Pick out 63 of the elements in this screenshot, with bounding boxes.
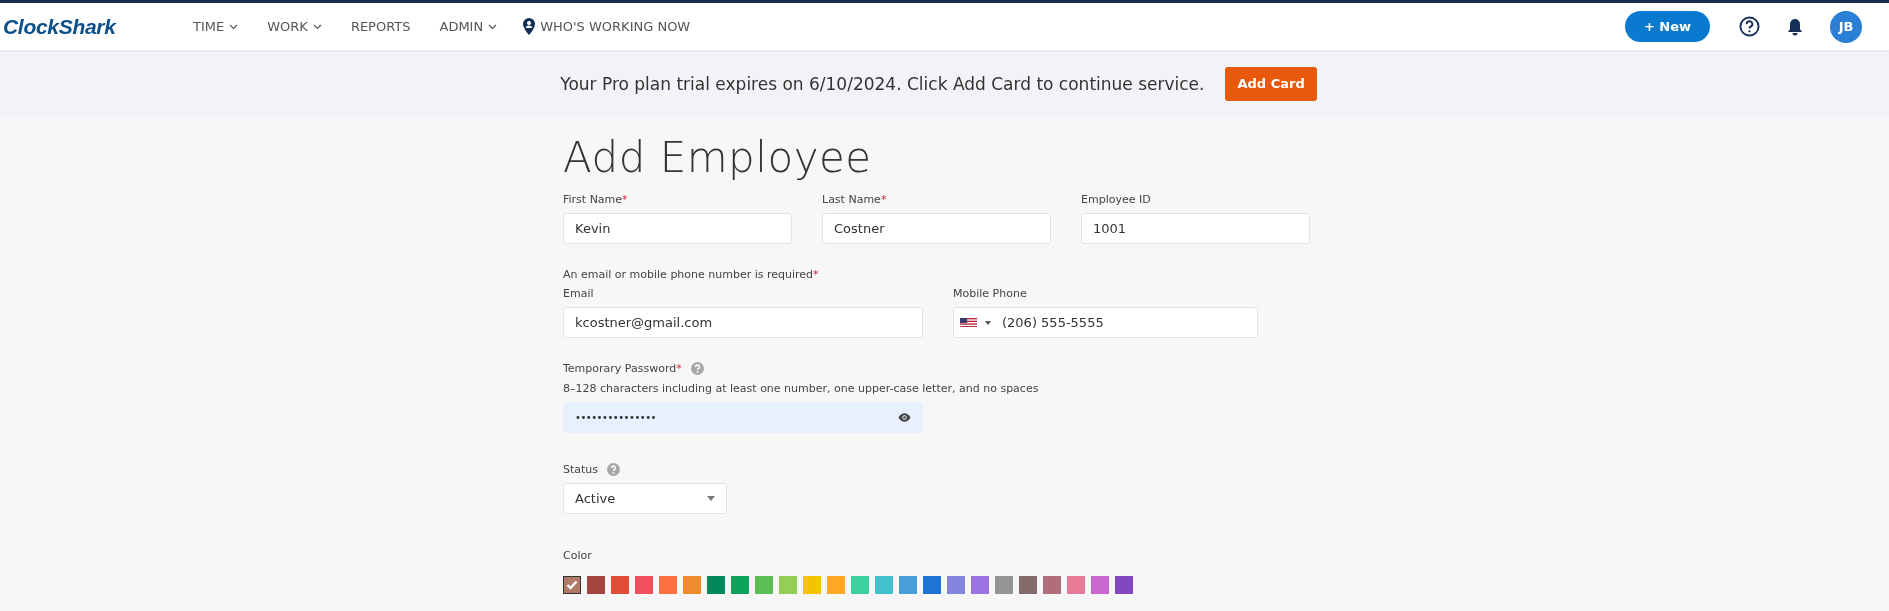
input-field[interactable]: Costner bbox=[822, 213, 1051, 245]
nav-menu-item[interactable]: WORK bbox=[267, 19, 322, 34]
help-icon[interactable] bbox=[1739, 16, 1760, 37]
field-label: Mobile Phone bbox=[953, 287, 1027, 301]
color-swatch[interactable] bbox=[971, 576, 989, 595]
input-field[interactable]: kcostner@gmail.com bbox=[563, 307, 923, 339]
color-swatch[interactable] bbox=[731, 576, 749, 595]
color-swatch[interactable] bbox=[1091, 576, 1109, 595]
color-swatch[interactable] bbox=[875, 576, 893, 595]
field-label: Status bbox=[563, 463, 599, 477]
chevron-down-icon bbox=[312, 23, 322, 30]
field-label: Last Name* bbox=[822, 193, 887, 207]
color-label: Color bbox=[563, 549, 592, 563]
page-title: Add Employee bbox=[563, 135, 873, 182]
color-swatch[interactable] bbox=[1043, 576, 1061, 595]
color-swatch[interactable] bbox=[755, 576, 773, 595]
nav-menu-item[interactable]: REPORTS bbox=[350, 19, 411, 34]
color-swatch[interactable] bbox=[779, 576, 797, 595]
input-field[interactable]: Kevin bbox=[563, 213, 792, 245]
password-field[interactable]: ••••••••••••••• bbox=[563, 402, 923, 434]
caret-icon bbox=[985, 320, 991, 325]
checkmark-icon bbox=[566, 580, 578, 591]
chevron-down-icon bbox=[229, 23, 239, 30]
color-swatch[interactable] bbox=[827, 576, 845, 595]
trial-expiry-message: Your Pro plan trial expires on 6/10/2024. Click Add Card to continue service. bbox=[560, 73, 1205, 94]
nav-menu-item[interactable]: WHO'S WORKING NOW bbox=[523, 18, 691, 35]
color-swatch[interactable] bbox=[611, 576, 629, 595]
password-hint: 8–128 characters including at least one number, one upper-case letter, and no spaces bbox=[563, 382, 1039, 396]
nav-menu-item[interactable]: ADMIN bbox=[439, 19, 498, 34]
required-contact-note: An email or mobile phone number is required* bbox=[563, 268, 819, 282]
color-swatch[interactable] bbox=[947, 576, 965, 595]
color-swatch[interactable] bbox=[1115, 576, 1133, 595]
field-label: First Name* bbox=[563, 193, 628, 207]
color-swatch[interactable] bbox=[683, 576, 701, 595]
color-swatch[interactable] bbox=[587, 576, 605, 595]
color-swatch[interactable] bbox=[995, 576, 1013, 595]
phone-input-field[interactable]: (206) 555-5555 bbox=[953, 307, 1258, 339]
color-swatch[interactable] bbox=[923, 576, 941, 595]
field-label: Temporary Password* bbox=[563, 362, 682, 376]
add-card-button[interactable]: Add Card bbox=[1225, 66, 1317, 101]
status-dropdown[interactable]: Active bbox=[563, 483, 727, 515]
us-flag-icon[interactable] bbox=[960, 317, 977, 329]
field-label: Employee ID bbox=[1081, 193, 1151, 207]
clockshark-logo[interactable]: ClockShark bbox=[3, 14, 193, 39]
color-swatch[interactable] bbox=[563, 576, 581, 595]
nav-menu-item[interactable]: TIME bbox=[193, 19, 239, 34]
color-swatch[interactable] bbox=[635, 576, 653, 595]
color-swatch[interactable] bbox=[803, 576, 821, 595]
caret-icon bbox=[707, 496, 715, 502]
eye-icon[interactable] bbox=[898, 413, 911, 423]
color-swatch[interactable] bbox=[851, 576, 869, 595]
input-field[interactable]: 1001 bbox=[1081, 213, 1310, 245]
chevron-down-icon bbox=[488, 23, 498, 30]
color-swatch[interactable] bbox=[1067, 576, 1085, 595]
location-pin-icon bbox=[523, 18, 536, 35]
user-avatar[interactable]: JB bbox=[1830, 10, 1862, 43]
field-label: Email bbox=[563, 287, 594, 301]
color-swatch[interactable] bbox=[899, 576, 917, 595]
color-swatch[interactable] bbox=[1019, 576, 1037, 595]
new-button[interactable]: + New bbox=[1624, 11, 1710, 42]
color-swatch[interactable] bbox=[659, 576, 677, 595]
notification-bell-icon[interactable] bbox=[1787, 17, 1803, 36]
color-swatch[interactable] bbox=[707, 576, 725, 595]
